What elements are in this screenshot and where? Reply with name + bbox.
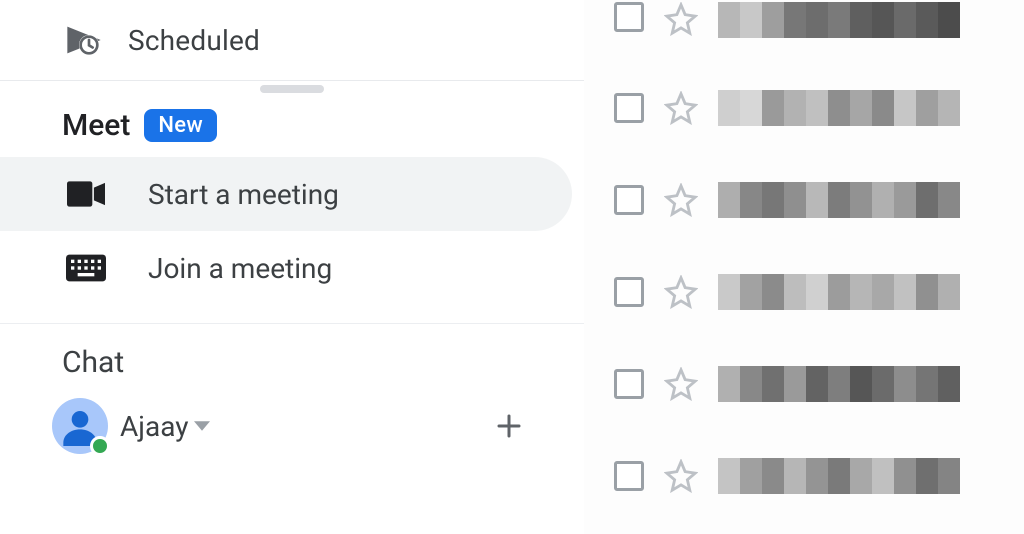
checkbox[interactable] [614, 93, 644, 123]
checkbox[interactable] [614, 277, 644, 307]
checkbox[interactable] [614, 369, 644, 399]
presence-indicator [90, 436, 110, 456]
drag-handle[interactable] [260, 85, 324, 93]
checkbox[interactable] [614, 461, 644, 491]
email-row[interactable] [584, 154, 1024, 246]
meet-title: Meet [62, 108, 130, 143]
email-sender-blurred [718, 458, 960, 494]
checkbox[interactable] [614, 2, 644, 32]
video-icon [64, 180, 108, 208]
email-sender-blurred [718, 90, 960, 126]
scheduled-icon [64, 20, 104, 60]
chat-user-row[interactable]: Ajaay [0, 390, 584, 462]
email-row[interactable] [584, 62, 1024, 154]
email-row[interactable] [584, 246, 1024, 338]
keyboard-icon [64, 254, 108, 282]
scheduled-label: Scheduled [128, 24, 260, 57]
avatar [52, 398, 108, 454]
email-sender-blurred [718, 182, 960, 218]
star-icon[interactable] [664, 91, 698, 125]
star-icon[interactable] [664, 459, 698, 493]
join-meeting-item[interactable]: Join a meeting [0, 231, 572, 305]
start-meeting-item[interactable]: Start a meeting [0, 157, 572, 231]
star-icon[interactable] [664, 275, 698, 309]
join-meeting-label: Join a meeting [148, 252, 332, 285]
divider [0, 80, 584, 81]
chat-title: Chat [62, 345, 124, 380]
chat-user-name: Ajaay [120, 410, 188, 443]
email-list [584, 0, 1024, 534]
email-sender-blurred [718, 274, 960, 310]
sidebar: Scheduled Meet New Start a meeting [0, 0, 584, 534]
email-sender-blurred [718, 366, 960, 402]
start-meeting-label: Start a meeting [148, 178, 339, 211]
add-chat-icon[interactable] [494, 411, 524, 441]
star-icon[interactable] [664, 2, 698, 36]
checkbox[interactable] [614, 185, 644, 215]
email-sender-blurred [718, 2, 960, 38]
email-row[interactable] [584, 338, 1024, 430]
sidebar-item-scheduled[interactable]: Scheduled [0, 0, 584, 80]
email-row[interactable] [584, 430, 1024, 522]
star-icon[interactable] [664, 367, 698, 401]
star-icon[interactable] [664, 183, 698, 217]
email-row[interactable] [584, 0, 1024, 62]
caret-down-icon[interactable] [194, 421, 210, 431]
chat-section-header: Chat [0, 324, 584, 380]
meet-section-header: Meet New [0, 93, 584, 157]
new-badge: New [144, 109, 217, 142]
